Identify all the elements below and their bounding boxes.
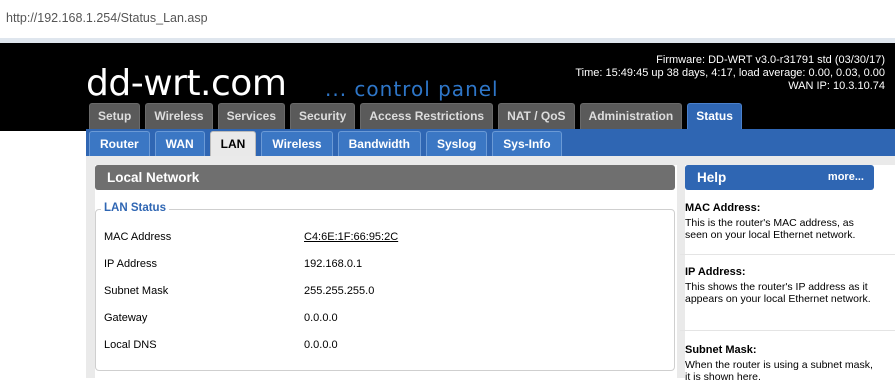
section-title: Local Network [95,165,675,190]
help-title: Help [697,170,727,185]
help-text: When the router is using a subnet mask, … [685,359,873,383]
help-text: This shows the router's IP address as it… [685,281,871,305]
local-dns-value: 0.0.0.0 [304,339,338,351]
subtab-syslog[interactable]: Syslog [425,131,488,157]
help-more-link[interactable]: more... [828,165,864,190]
help-entry-subnet: Subnet Mask: When the router is using a … [685,344,875,383]
control-panel-tagline: ... control panel [325,77,499,101]
help-divider [680,254,895,255]
help-heading: MAC Address: [685,202,761,214]
subnet-mask-label: Subnet Mask [104,285,169,297]
tab-security[interactable]: Security [290,103,356,129]
help-divider [680,330,895,331]
subtab-lan[interactable]: LAN [209,131,257,157]
subtab-sys-info[interactable]: Sys-Info [492,131,562,157]
main-tabs: Setup Wireless Services Security Access … [89,103,742,132]
tab-services[interactable]: Services [217,103,285,129]
tab-access-restrictions[interactable]: Access Restrictions [360,103,494,129]
subtab-wan[interactable]: WAN [154,131,205,157]
ddwrt-logo: dd-wrt.com [86,63,287,104]
subnet-mask-value: 255.255.255.0 [304,285,375,297]
wan-ip-text: WAN IP: 10.3.10.74 [788,80,885,92]
gateway-label: Gateway [104,312,148,324]
gateway-value: 0.0.0.0 [304,312,338,324]
help-entry-mac: MAC Address: This is the router's MAC ad… [685,202,875,241]
url-text[interactable]: http://192.168.1.254/Status_Lan.asp [6,11,208,25]
subtab-router[interactable]: Router [89,131,150,157]
uptime-text: Time: 15:49:45 up 38 days, 4:17, load av… [575,67,885,79]
help-heading: IP Address: [685,266,746,278]
ip-address-label: IP Address [104,258,157,270]
address-bar[interactable]: http://192.168.1.254/Status_Lan.asp [0,0,895,39]
tab-setup[interactable]: Setup [89,103,141,129]
local-dns-label: Local DNS [104,339,157,351]
subtab-bandwidth[interactable]: Bandwidth [337,131,421,157]
tab-nat-qos[interactable]: NAT / QoS [498,103,575,129]
sub-tabs: Router WAN LAN Wireless Bandwidth Syslog… [89,131,562,157]
ip-address-value: 192.168.0.1 [304,258,363,270]
mac-address-link[interactable]: C4:6E:1F:66:95:2C [304,231,398,243]
tab-status[interactable]: Status [687,103,742,132]
subtab-wireless[interactable]: Wireless [261,131,333,157]
firmware-version: Firmware: DD-WRT v3.0-r31791 std (03/30/… [656,54,885,66]
mac-address-label: MAC Address [104,231,172,243]
help-header: Help more... [685,165,874,190]
fieldset-legend: LAN Status [101,202,169,214]
help-entry-ip: IP Address: This shows the router's IP a… [685,266,875,305]
tab-administration[interactable]: Administration [579,103,683,129]
tab-wireless[interactable]: Wireless [145,103,213,129]
firmware-info: Firmware: DD-WRT v3.0-r31791 std (03/30/… [575,54,885,93]
help-text: This is the router's MAC address, as see… [685,217,856,241]
help-heading: Subnet Mask: [685,344,757,356]
